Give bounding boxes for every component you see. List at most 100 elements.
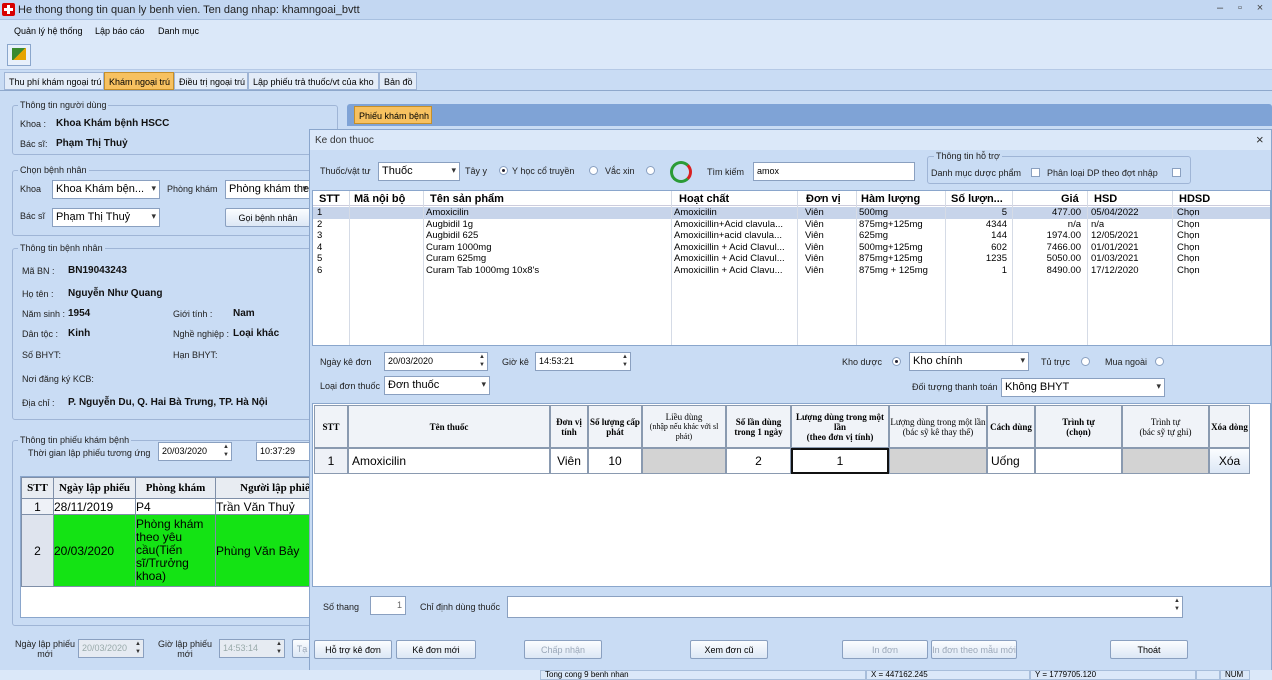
yhct-radio[interactable]	[499, 166, 508, 175]
rx-luong-input[interactable]: 1	[791, 448, 889, 474]
rx-sl-input[interactable]: 10	[588, 448, 642, 474]
row-phong: P4	[135, 498, 216, 515]
rx-h-xoa: Xóa dòng	[1209, 405, 1250, 448]
tab-phieu-kham-benh[interactable]: Phiếu khám bệnh	[354, 106, 432, 124]
in-don-button[interactable]: In đơn	[842, 640, 928, 659]
hanbhyt-label: Hạn BHYT:	[173, 350, 218, 360]
product-hdsd[interactable]: Chọn	[1177, 230, 1200, 242]
tab-dieu-tri[interactable]: Điều trị ngoại trú	[174, 72, 248, 90]
toolbar	[0, 40, 1272, 70]
rx-luong-bs-input[interactable]	[889, 448, 987, 474]
rx-cach-input[interactable]: Uống	[987, 448, 1035, 474]
rx-lieu-input[interactable]	[642, 448, 726, 474]
product-ten: Curam Tab 1000mg 10x8's	[426, 264, 540, 276]
product-row[interactable]: 1 Amoxicilin Amoxicilin Viên 500mg 5 477.00 05/…	[313, 207, 1270, 219]
product-hoatchat: Amoxicillin+Acid clavula...	[674, 218, 784, 230]
product-stt: 1	[317, 207, 323, 218]
ke-don-moi-button[interactable]: Kê đơn mới	[396, 640, 476, 659]
loaidon-select[interactable]: Đơn thuốc	[384, 376, 490, 395]
khoduoc-radio[interactable]	[892, 357, 901, 366]
timkiem-label: Tìm kiếm	[707, 167, 744, 177]
menu-bao-cao[interactable]: Lập báo cáo	[95, 26, 145, 36]
doituong-select[interactable]: Không BHYT	[1001, 378, 1165, 397]
chon-khoa-select[interactable]: Khoa Khám bện...	[52, 180, 160, 199]
product-hdsd[interactable]: Chọn	[1177, 242, 1200, 254]
ngayke-input[interactable]: 20/03/2020	[384, 352, 488, 371]
tab-kham-ngoai-tru[interactable]: Khám ngoại trú	[104, 72, 174, 90]
xem-don-cu-button[interactable]: Xem đơn cũ	[690, 640, 768, 659]
dm-checkbox[interactable]	[1031, 168, 1040, 177]
rx-xoa-button[interactable]: Xóa	[1209, 448, 1250, 474]
chap-nhan-button[interactable]: Chấp nhận	[524, 640, 602, 659]
rx-h-trinhtu-bs: Trình tự (bác sỹ tự ghi)	[1122, 405, 1209, 448]
rx-solan-input[interactable]: 2	[726, 448, 791, 474]
row-phong: Phòng khám theo yêu cầu(Tiến sĩ/Trưởng k…	[135, 514, 216, 587]
product-hamluong: 875mg+125mg	[859, 253, 923, 264]
rx-h-ten: Tên thuốc	[348, 405, 550, 448]
user-info-label: Thông tin người dùng	[18, 100, 109, 110]
product-hoatchat: Amoxicillin + Acid Clavul...	[674, 253, 785, 264]
tab-ban-do[interactable]: Bản đồ	[379, 72, 417, 90]
product-hdsd[interactable]: Chọn	[1177, 207, 1200, 219]
product-grid-header: STT Mã nội bộ Tên sản phẩm Hoạt chất Đơn…	[313, 192, 1270, 206]
rx-trinhtu-input[interactable]	[1035, 448, 1122, 474]
ho-tro-ke-don-button[interactable]: Hỗ trợ kê đơn	[314, 640, 392, 659]
product-row[interactable]: 2 Augbidil 1g Amoxicillin+Acid clavula... V…	[313, 219, 1270, 231]
product-hdsd[interactable]: Chọn	[1177, 219, 1200, 231]
product-gia: 8490.00	[1046, 264, 1081, 276]
sothang-input[interactable]: 1	[370, 596, 406, 615]
tab-phieu-tra[interactable]: Lập phiếu trả thuốc/vt của kho	[248, 72, 379, 90]
thoat-button[interactable]: Thoát	[1110, 640, 1188, 659]
vacxin-radio[interactable]	[646, 166, 655, 175]
product-hdsd[interactable]: Chọn	[1177, 265, 1200, 277]
chon-bs-select[interactable]: Phạm Thị Thuỷ	[52, 208, 160, 227]
phong-kham-select[interactable]: Phòng khám the	[225, 180, 311, 199]
goi-benh-nhan-button[interactable]: Gọi bệnh nhân	[225, 208, 311, 227]
timkiem-input[interactable]: amox	[753, 162, 915, 181]
gio-lap-input[interactable]: 14:53:14	[219, 639, 285, 658]
phieu-time-input[interactable]: 10:37:29	[256, 442, 311, 461]
tab-thu-phi[interactable]: Thu phí khám ngoại trú	[4, 72, 104, 90]
rx-trinhtu-bs-input[interactable]	[1122, 448, 1209, 474]
rx-h-luong-bs: Lượng dùng trong một lần (bác sỹ kê thay …	[889, 405, 987, 448]
row-nguoi: Trần Văn Thuỷ	[215, 498, 309, 515]
product-soluong: 144	[991, 230, 1007, 241]
ph-gia: Giá	[1061, 193, 1079, 205]
table-row[interactable]: 1 28/11/2019 P4 Trần Văn Thuỷ	[21, 498, 309, 515]
maximize-icon[interactable]: ▫	[1232, 2, 1248, 14]
product-row[interactable]: 5 Curam 625mg Amoxicillin + Acid Clavul...…	[313, 253, 1270, 265]
phieu-date-input[interactable]: 20/03/2020	[158, 442, 232, 461]
product-hoatchat: Amoxicillin + Acid Clavu...	[674, 264, 783, 276]
in-don-mau-moi-button[interactable]: In đơn theo mẫu mới	[931, 640, 1017, 659]
row-stt: 1	[21, 498, 54, 515]
table-row[interactable]: 2 20/03/2020 Phòng khám theo yêu cầu(Tiế…	[21, 514, 309, 587]
close-icon[interactable]: ×	[1252, 2, 1268, 14]
rx-ten-input[interactable]: Amoxicilin	[348, 448, 550, 474]
row-stt: 2	[21, 514, 54, 587]
kho-select[interactable]: Kho chính	[909, 352, 1029, 371]
muangoai-radio[interactable]	[1155, 357, 1164, 366]
rx-h-trinhtu-bs-title: Trình tự	[1150, 416, 1181, 427]
tvt-select[interactable]: Thuốc	[378, 162, 460, 181]
dialog-close-icon[interactable]: ×	[1256, 132, 1264, 147]
product-hamluong: 875mg + 125mg	[859, 264, 928, 276]
toolbar-tool-icon[interactable]	[7, 44, 31, 66]
gioke-input[interactable]: 14:53:21	[535, 352, 631, 371]
menu-he-thong[interactable]: Quản lý hệ thống	[14, 26, 83, 36]
product-row[interactable]: 4 Curam 1000mg Amoxicillin + Acid Clavul..…	[313, 242, 1270, 254]
yhct-alt-radio[interactable]	[589, 166, 598, 175]
minimize-icon[interactable]: –	[1212, 2, 1228, 14]
col-nguoi: Người lập phiếu	[215, 477, 309, 499]
refresh-icon[interactable]	[670, 161, 692, 183]
pl-checkbox[interactable]	[1172, 168, 1181, 177]
menu-danh-muc[interactable]: Danh mục	[158, 26, 199, 36]
product-hamluong: 875mg+125mg	[859, 218, 923, 230]
ke-don-dialog: Ke don thuoc × Thuốc/vật tư Thuốc Tây y …	[309, 129, 1272, 680]
chidinh-input[interactable]	[507, 596, 1183, 618]
ngay-lap-input[interactable]: 20/03/2020	[78, 639, 144, 658]
product-row[interactable]: 6 Curam Tab 1000mg 10x8's Amoxicillin + Ac…	[313, 265, 1270, 277]
product-hsd: 05/04/2022	[1091, 207, 1139, 218]
product-hdsd[interactable]: Chọn	[1177, 253, 1200, 265]
product-row[interactable]: 3 Augbidil 625 Amoxicillin+acid clavula...…	[313, 230, 1270, 242]
tutruc-radio[interactable]	[1081, 357, 1090, 366]
